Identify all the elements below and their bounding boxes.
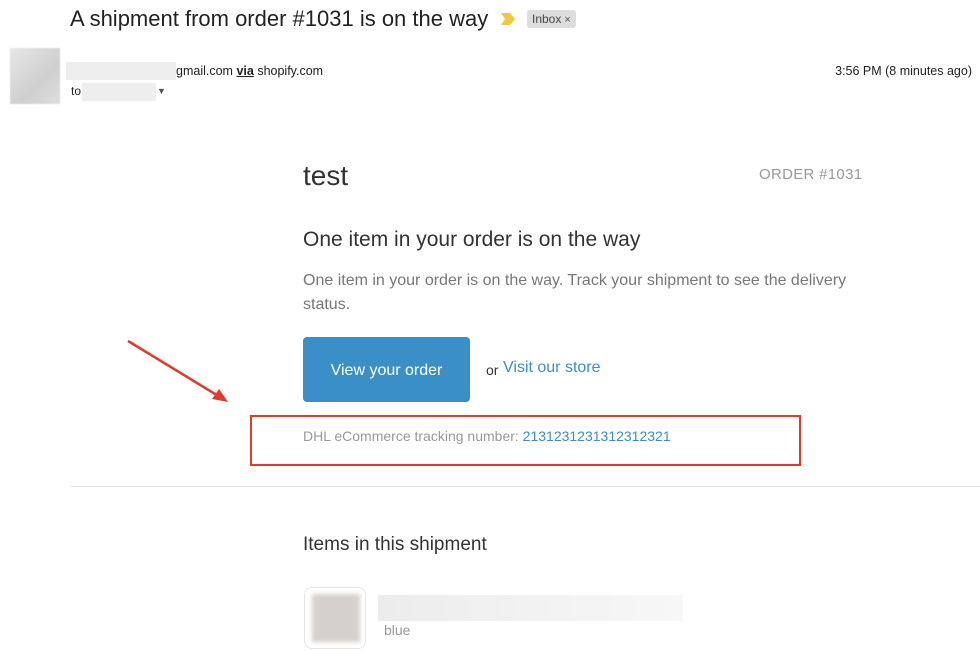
annotation-arrow-icon (127, 339, 228, 402)
email-subject: A shipment from order #1031 is on the wa… (70, 6, 489, 31)
inbox-label-text: Inbox (532, 12, 562, 26)
recipient-to-label: to (71, 84, 82, 98)
inbox-label-badge: Inbox × (527, 10, 576, 28)
order-number: ORDER #1031 (759, 166, 863, 183)
sender-avatar (10, 48, 60, 104)
annotation-highlight-box (250, 415, 801, 466)
or-text: or (486, 362, 499, 378)
recipient-redacted (82, 83, 156, 101)
importance-marker-icon[interactable] (500, 12, 516, 26)
visit-store-link[interactable]: Visit our store (503, 359, 601, 377)
sender-domain: gmail.com (176, 64, 233, 78)
item-variant: blue (384, 622, 411, 638)
via-domain: shopify.com (257, 64, 324, 78)
item-thumbnail-image (312, 594, 360, 642)
remove-label-icon[interactable]: × (564, 14, 570, 26)
items-heading: Items in this shipment (303, 534, 487, 555)
shipment-body-text: One item in your order is on the way. Tr… (303, 272, 847, 313)
item-title-redacted (378, 595, 683, 621)
sender-address: gmail.com via shopify.com (176, 64, 323, 78)
recipient-details-chevron-down-icon[interactable]: ▼ (157, 86, 166, 96)
via-link[interactable]: via (236, 64, 253, 78)
view-order-button[interactable]: View your order (303, 337, 470, 402)
sender-name-redacted (66, 62, 176, 80)
email-timestamp: 3:56 PM (8 minutes ago) (835, 64, 972, 78)
shop-name: test (303, 160, 349, 191)
shipment-heading: One item in your order is on the way (303, 228, 641, 251)
section-divider (70, 486, 980, 487)
